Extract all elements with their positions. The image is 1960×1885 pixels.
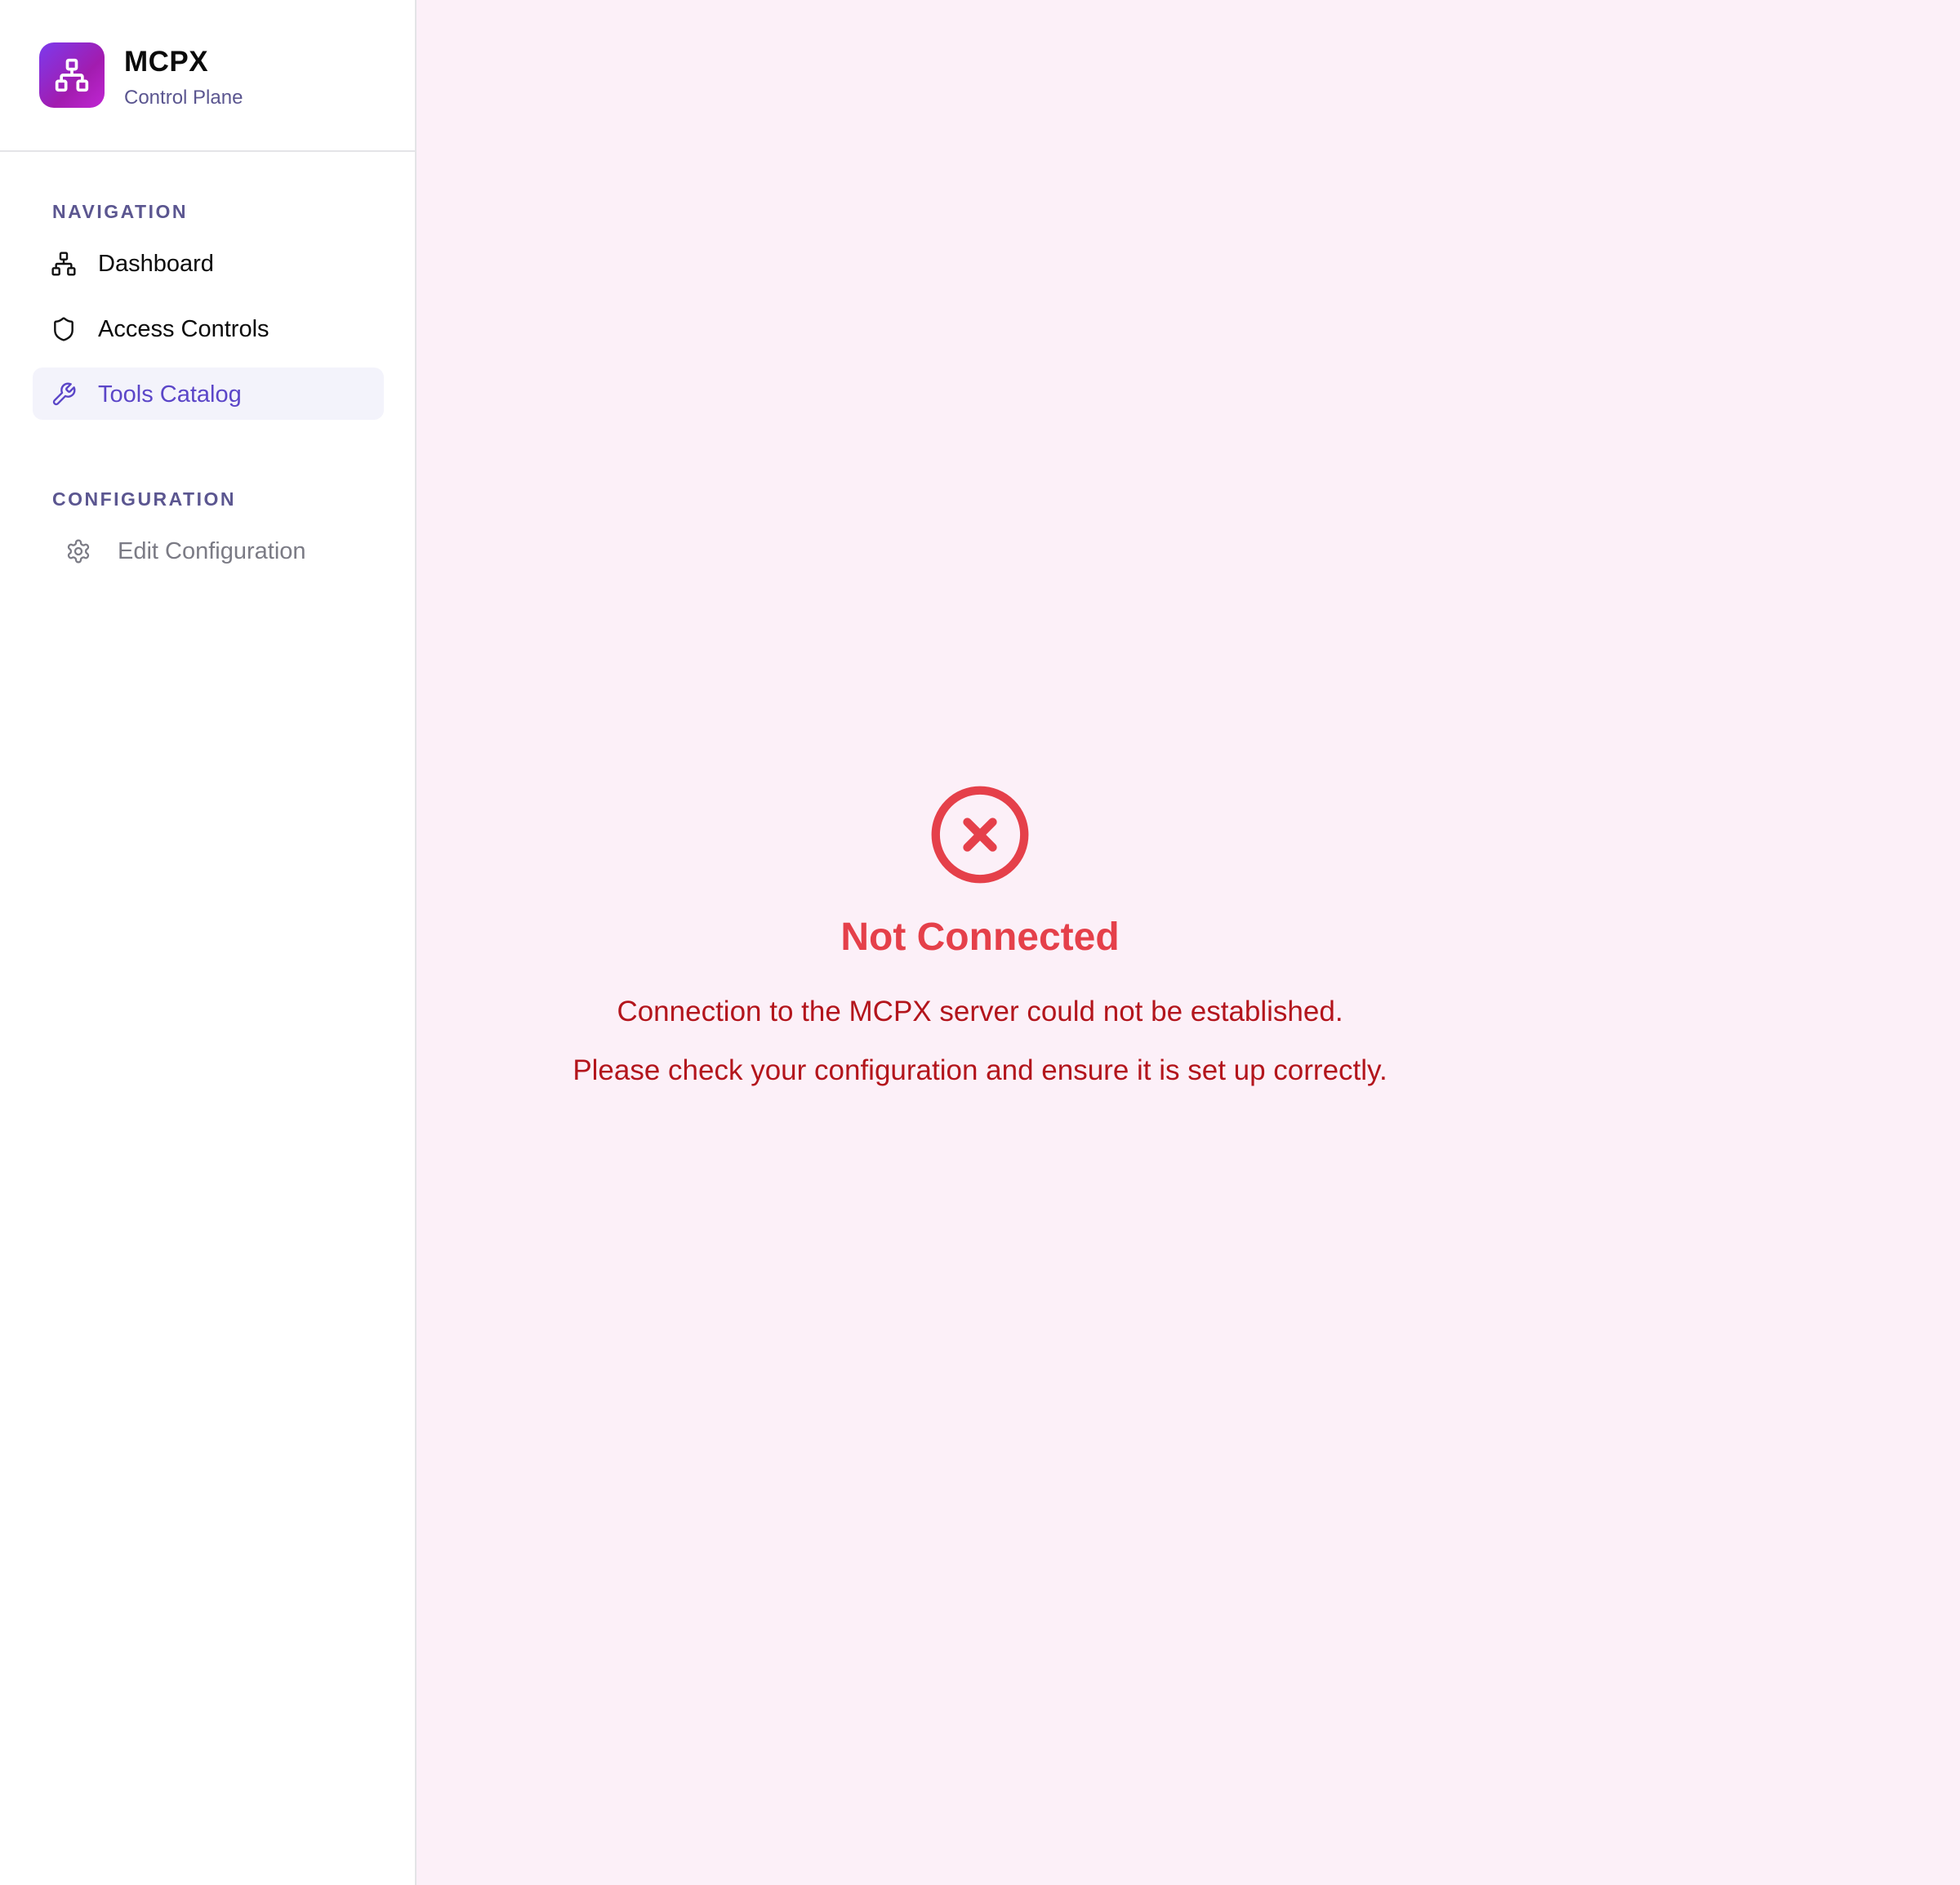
status-message-line-1: Connection to the MCPX server could not … xyxy=(617,996,1343,1027)
status-message-line-2: Please check your configuration and ensu… xyxy=(572,1054,1388,1086)
sidebar-item-label: Access Controls xyxy=(98,316,270,342)
brand-header: MCPX Control Plane xyxy=(0,0,415,152)
x-circle-icon xyxy=(931,786,1029,884)
configuration-section-label: CONFIGURATION xyxy=(52,488,237,510)
network-icon xyxy=(55,58,89,92)
sidebar: MCPX Control Plane NAVIGATION Dashboard xyxy=(0,0,416,1885)
network-icon xyxy=(51,251,77,277)
connection-status: Not Connected Connection to the MCPX ser… xyxy=(416,784,1544,1088)
brand-logo[interactable] xyxy=(39,42,105,108)
brand-subtitle: Control Plane xyxy=(124,87,243,109)
sidebar-item-dashboard[interactable]: Dashboard xyxy=(33,237,384,289)
app-root: MCPX Control Plane NAVIGATION Dashboard xyxy=(0,0,1960,1885)
sidebar-item-access-controls[interactable]: Access Controls xyxy=(33,302,384,354)
gear-icon xyxy=(65,538,91,564)
shield-icon xyxy=(51,316,77,342)
sidebar-item-label: Dashboard xyxy=(98,251,214,277)
sidebar-item-edit-configuration[interactable]: Edit Configuration xyxy=(52,524,403,577)
status-title: Not Connected xyxy=(840,916,1120,959)
sidebar-item-label: Tools Catalog xyxy=(98,381,242,408)
wrench-icon xyxy=(51,381,77,408)
brand-title: MCPX xyxy=(124,46,209,78)
main-content: Not Connected Connection to the MCPX ser… xyxy=(416,0,1960,1885)
sidebar-item-tools-catalog[interactable]: Tools Catalog xyxy=(33,368,384,420)
navigation-section-label: NAVIGATION xyxy=(52,201,188,222)
sidebar-item-label: Edit Configuration xyxy=(118,538,306,564)
